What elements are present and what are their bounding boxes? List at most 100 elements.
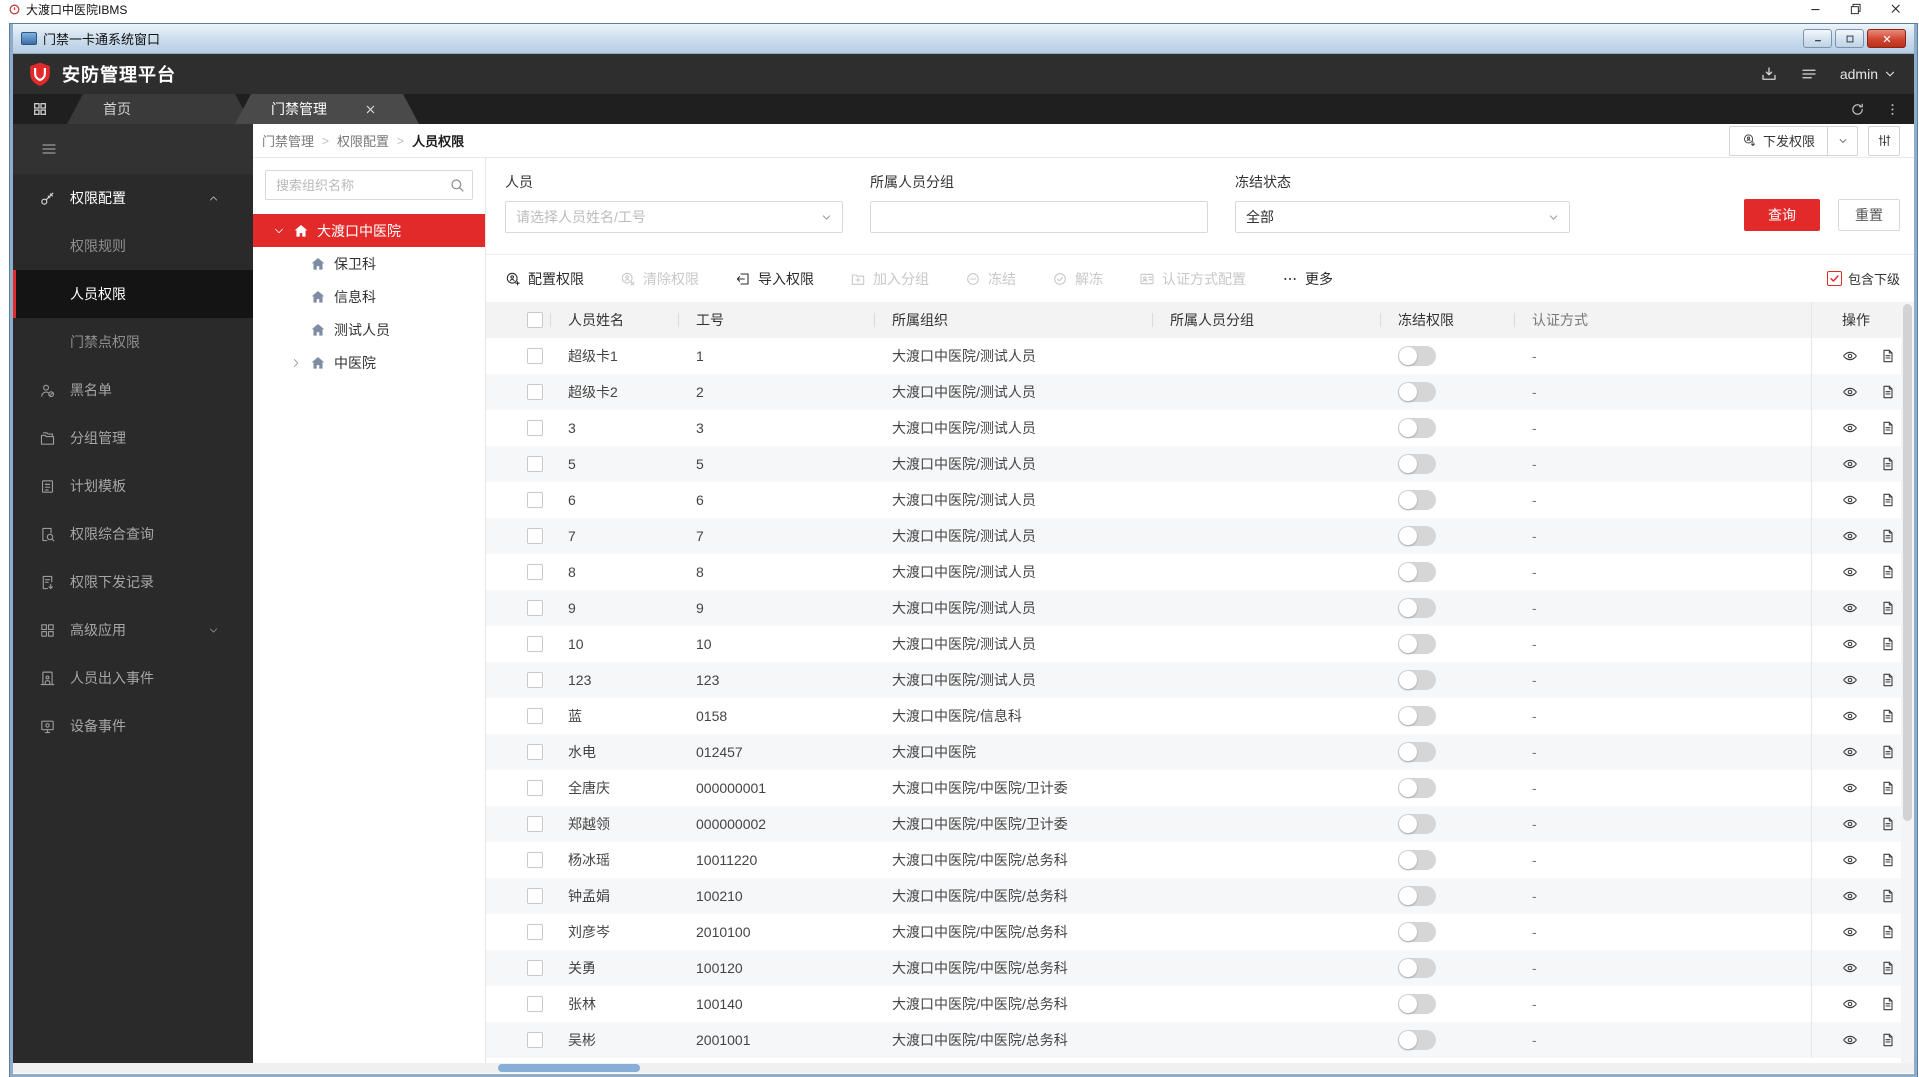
row-checkbox[interactable]: [527, 600, 543, 616]
freeze-toggle-off[interactable]: [1398, 562, 1436, 582]
row-checkbox[interactable]: [527, 888, 543, 904]
row-checkbox[interactable]: [527, 492, 543, 508]
row-checkbox[interactable]: [527, 744, 543, 760]
view-details-icon[interactable]: [1842, 960, 1858, 976]
include-sublevel-checkbox[interactable]: 包含下级: [1826, 269, 1900, 288]
scrollbar-thumb[interactable]: [1903, 304, 1912, 822]
row-checkbox[interactable]: [527, 960, 543, 976]
org-search-input[interactable]: [265, 170, 473, 200]
document-record-icon[interactable]: [1880, 816, 1896, 832]
document-record-icon[interactable]: [1880, 744, 1896, 760]
document-record-icon[interactable]: [1880, 564, 1896, 580]
sidebar-item-door-permission[interactable]: 门禁点权限: [13, 318, 253, 366]
view-details-icon[interactable]: [1842, 924, 1858, 940]
document-record-icon[interactable]: [1880, 888, 1896, 904]
row-checkbox[interactable]: [527, 924, 543, 940]
dispatch-dropdown-arrow[interactable]: [1827, 126, 1857, 155]
view-details-icon[interactable]: [1842, 564, 1858, 580]
kebab-menu-icon[interactable]: [1885, 102, 1900, 117]
scrollbar-thumb[interactable]: [497, 1064, 641, 1072]
freeze-toggle-off[interactable]: [1398, 346, 1436, 366]
freeze-toggle-off[interactable]: [1398, 850, 1436, 870]
view-details-icon[interactable]: [1842, 780, 1858, 796]
app-grid-icon[interactable]: [13, 94, 67, 124]
refresh-icon[interactable]: [1850, 102, 1865, 117]
document-record-icon[interactable]: [1880, 852, 1896, 868]
document-record-icon[interactable]: [1880, 384, 1896, 400]
toolbar-button-more[interactable]: 更多: [1282, 269, 1333, 289]
tree-node-0[interactable]: 大渡口中医院: [253, 214, 485, 247]
freeze-toggle-off[interactable]: [1398, 706, 1436, 726]
sidebar-collapse-button[interactable]: [13, 124, 253, 174]
view-details-icon[interactable]: [1842, 672, 1858, 688]
toolbar-button-import-permission[interactable]: 导入权限: [735, 269, 814, 289]
row-checkbox[interactable]: [527, 708, 543, 724]
document-record-icon[interactable]: [1880, 924, 1896, 940]
group-filter-input[interactable]: [881, 209, 1197, 225]
document-record-icon[interactable]: [1880, 492, 1896, 508]
row-checkbox[interactable]: [527, 816, 543, 832]
view-details-icon[interactable]: [1842, 528, 1858, 544]
document-record-icon[interactable]: [1880, 960, 1896, 976]
freeze-toggle-off[interactable]: [1398, 454, 1436, 474]
sidebar-item-permission-rules[interactable]: 权限规则: [13, 222, 253, 270]
freeze-toggle-off[interactable]: [1398, 490, 1436, 510]
freeze-toggle-off[interactable]: [1398, 418, 1436, 438]
row-checkbox[interactable]: [527, 564, 543, 580]
vertical-scrollbar[interactable]: [1901, 302, 1914, 1063]
view-details-icon[interactable]: [1842, 852, 1858, 868]
row-checkbox[interactable]: [527, 384, 543, 400]
tab-home[interactable]: 首页: [67, 94, 251, 124]
sidebar-item-blacklist[interactable]: 黑名单: [13, 366, 253, 414]
person-select-input[interactable]: [516, 209, 813, 225]
row-checkbox[interactable]: [527, 996, 543, 1012]
row-checkbox[interactable]: [527, 852, 543, 868]
document-record-icon[interactable]: [1880, 348, 1896, 364]
view-details-icon[interactable]: [1842, 636, 1858, 652]
sidebar-item-permission-config[interactable]: 权限配置: [13, 174, 253, 222]
horizontal-scrollbar[interactable]: [13, 1063, 1914, 1073]
download-center-icon[interactable]: [1760, 65, 1778, 83]
sidebar-item-permission-query[interactable]: 权限综合查询: [13, 510, 253, 558]
column-settings-button[interactable]: [1868, 125, 1900, 156]
os-minimize-button[interactable]: [1809, 2, 1823, 16]
view-details-icon[interactable]: [1842, 996, 1858, 1012]
os-close-button[interactable]: [1889, 2, 1903, 16]
view-details-icon[interactable]: [1842, 1032, 1858, 1048]
freeze-toggle-off[interactable]: [1398, 1030, 1436, 1050]
dispatch-permission-button[interactable]: 下发权限: [1730, 127, 1827, 155]
row-checkbox[interactable]: [527, 780, 543, 796]
sidebar-item-plan-template[interactable]: 计划模板: [13, 462, 253, 510]
freeze-toggle-off[interactable]: [1398, 814, 1436, 834]
freeze-toggle-off[interactable]: [1398, 382, 1436, 402]
sidebar-item-device-events[interactable]: 设备事件: [13, 702, 253, 750]
freeze-toggle-off[interactable]: [1398, 670, 1436, 690]
document-record-icon[interactable]: [1880, 528, 1896, 544]
select-all-checkbox[interactable]: [527, 312, 543, 328]
document-record-icon[interactable]: [1880, 996, 1896, 1012]
freeze-toggle-off[interactable]: [1398, 958, 1436, 978]
person-select[interactable]: [505, 201, 843, 233]
sidebar-item-group-management[interactable]: 分组管理: [13, 414, 253, 462]
row-checkbox[interactable]: [527, 456, 543, 472]
sidebar-item-person-permission[interactable]: 人员权限: [13, 270, 253, 318]
freeze-toggle-off[interactable]: [1398, 598, 1436, 618]
view-details-icon[interactable]: [1842, 420, 1858, 436]
view-details-icon[interactable]: [1842, 384, 1858, 400]
reset-button[interactable]: 重置: [1838, 199, 1900, 231]
document-record-icon[interactable]: [1880, 780, 1896, 796]
view-details-icon[interactable]: [1842, 708, 1858, 724]
user-menu[interactable]: admin: [1840, 66, 1896, 82]
search-button[interactable]: 查询: [1744, 199, 1820, 231]
breadcrumb-item[interactable]: 权限配置: [337, 131, 389, 150]
sidebar-item-advanced-apps[interactable]: 高级应用: [13, 606, 253, 654]
freeze-toggle-off[interactable]: [1398, 742, 1436, 762]
freeze-status-select[interactable]: 全部: [1235, 201, 1570, 233]
window-close-button[interactable]: [1867, 29, 1906, 48]
document-record-icon[interactable]: [1880, 636, 1896, 652]
tree-node-4[interactable]: 中医院: [253, 346, 485, 379]
row-checkbox[interactable]: [527, 528, 543, 544]
freeze-toggle-off[interactable]: [1398, 778, 1436, 798]
row-checkbox[interactable]: [527, 636, 543, 652]
tab-close-icon[interactable]: [365, 104, 376, 115]
